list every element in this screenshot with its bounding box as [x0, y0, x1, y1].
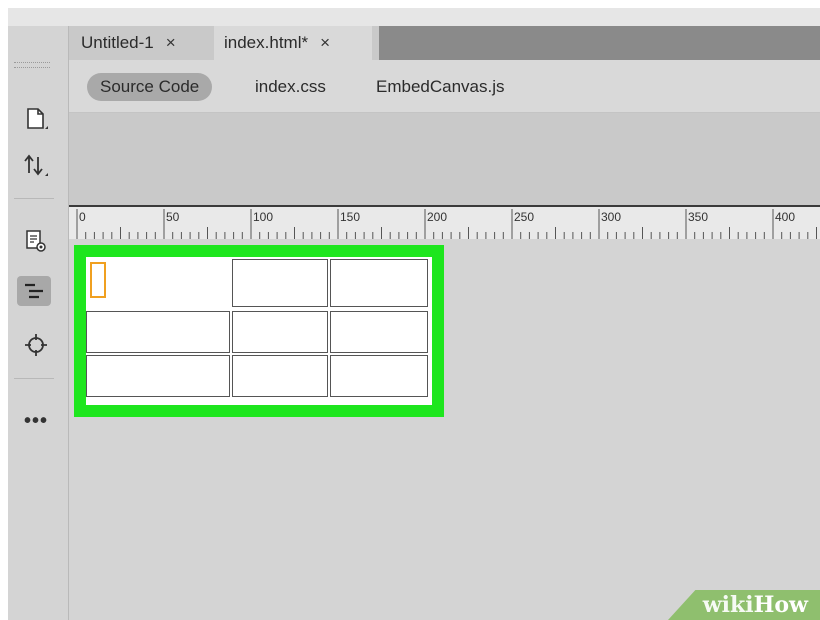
table-cell[interactable] [330, 311, 428, 353]
watermark-text: wiki [702, 592, 754, 618]
table-cell[interactable] [232, 311, 328, 353]
table-cell[interactable] [232, 355, 328, 397]
ruler-label: 50 [166, 210, 180, 224]
ruler-label: 400 [775, 210, 795, 224]
tab-label: index.html* [224, 33, 309, 52]
transfer-icon[interactable] [16, 150, 56, 180]
related-files-bar: Source Code index.css EmbedCanvas.js [69, 60, 820, 113]
tab-bar-empty-area [379, 26, 820, 60]
index-css-file[interactable]: index.css [242, 73, 339, 101]
toolbar-grip[interactable] [14, 62, 50, 68]
table-cell[interactable] [330, 355, 428, 397]
tab-index-html[interactable]: index.html* × [214, 26, 372, 60]
toolbar-divider [14, 378, 54, 379]
dom-panel-icon[interactable] [17, 276, 51, 306]
tab-untitled-1[interactable]: Untitled-1 × [71, 26, 213, 60]
insertion-cursor [90, 262, 106, 298]
ruler-label: 250 [514, 210, 534, 224]
horizontal-ruler: 0 50 100 150 200 250 300 350 400 [69, 205, 820, 239]
more-icon[interactable]: ••• [16, 406, 56, 436]
close-icon[interactable]: × [166, 33, 176, 53]
table-cell[interactable] [330, 259, 428, 307]
ruler-label: 100 [253, 210, 273, 224]
ruler-label: 350 [688, 210, 708, 224]
toolbar-divider [14, 198, 54, 199]
table-cell[interactable] [86, 311, 230, 353]
table-cell[interactable] [232, 259, 328, 307]
ruler-label: 200 [427, 210, 447, 224]
ruler-label: 300 [601, 210, 621, 224]
source-code-button[interactable]: Source Code [87, 73, 213, 101]
toolbar-area [69, 113, 820, 205]
app-window: ••• Untitled-1 × index.html* × Source Co… [8, 8, 820, 620]
target-icon[interactable] [16, 330, 56, 360]
table-highlight [74, 245, 444, 417]
table-cell[interactable] [86, 257, 230, 307]
watermark-text: How [753, 592, 808, 618]
title-strip [8, 8, 820, 26]
ruler-label: 0 [79, 210, 86, 224]
live-view-icon[interactable] [16, 226, 56, 256]
ruler-label: 150 [340, 210, 360, 224]
html-table[interactable] [86, 257, 432, 405]
tab-label: Untitled-1 [81, 33, 154, 52]
document-tab-bar: Untitled-1 × index.html* × [69, 26, 820, 60]
embedcanvas-js-file[interactable]: EmbedCanvas.js [363, 73, 518, 101]
table-cell[interactable] [86, 355, 230, 397]
left-toolbar: ••• [8, 26, 69, 620]
design-canvas[interactable] [69, 239, 820, 620]
close-icon[interactable]: × [320, 33, 330, 53]
ruler-ticks: 0 50 100 150 200 250 300 350 400 [76, 209, 817, 239]
file-icon[interactable] [16, 104, 56, 134]
